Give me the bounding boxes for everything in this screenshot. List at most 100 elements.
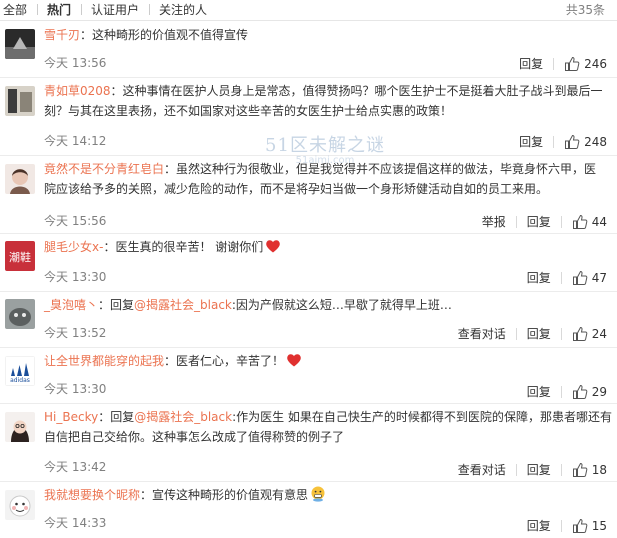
like-count: 248: [584, 134, 607, 149]
tab-divider: [149, 4, 150, 15]
comment-text: 青如草0208：这种事情在医护人员身上是常态，值得赞扬吗？哪个医生护士不是挺着大…: [44, 81, 609, 121]
action-divider: [515, 215, 517, 228]
reply-button[interactable]: 回复: [527, 517, 551, 535]
comment-content: ：医生真的很辛苦！ 谢谢你们: [103, 240, 264, 254]
comment-text: 雪千刃：这种畸形的价值观不值得宣传: [44, 25, 609, 45]
like-count: 246: [584, 56, 607, 71]
like-count: 24: [591, 326, 607, 341]
comment-username[interactable]: 让全世界都能穿的起我: [44, 354, 164, 368]
like-button[interactable]: 44: [572, 212, 607, 231]
like-count: 44: [591, 214, 607, 229]
avatar[interactable]: [5, 490, 35, 520]
comment-actions: 回复 47: [527, 268, 607, 286]
reply-button[interactable]: 回复: [527, 461, 551, 479]
comment-item: Hi_Becky：回复@揭露社会_black:作为医生 如果在自己快生产的时候都…: [0, 403, 617, 482]
thumb-up-icon: [572, 270, 588, 285]
grimace-emoji-icon: [311, 486, 325, 502]
tab-all[interactable]: 全部: [3, 2, 27, 18]
comment-actions: 回复 248: [519, 132, 607, 150]
action-divider: [560, 271, 562, 284]
comment-count: 共35条: [565, 3, 605, 17]
comment-text: Hi_Becky：回复@揭露社会_black:作为医生 如果在自己快生产的时候都…: [44, 407, 612, 447]
like-count: 15: [591, 518, 607, 533]
reply-button[interactable]: 回复: [527, 383, 551, 401]
thumb-up-icon: [565, 56, 580, 71]
comment-actions: 举报 回复 44: [482, 212, 607, 230]
comment-time: 今天 13:30: [44, 382, 107, 396]
like-button[interactable]: 47: [572, 268, 607, 287]
comment-username[interactable]: 腿毛少女x-: [44, 240, 103, 254]
like-button[interactable]: 15: [572, 516, 607, 535]
view-conversation-button[interactable]: 查看对话: [458, 461, 506, 479]
comment-content: ：宣传这种畸形的价值观有意思: [140, 488, 309, 502]
comment-content: ：医者仁心，辛苦了！: [164, 354, 285, 368]
avatar[interactable]: 潮鞋: [5, 241, 35, 271]
avatar[interactable]: [5, 29, 35, 59]
heart-icon: [266, 240, 281, 253]
comment-text: 我就想要换个昵称：宣传这种畸形的价值观有意思: [44, 485, 609, 505]
avatar[interactable]: adidas: [5, 356, 35, 386]
comment-actions: 查看对话 回复 24: [458, 324, 607, 342]
comment-item: 青如草0208：这种事情在医护人员身上是常态，值得赞扬吗？哪个医生护士不是挺着大…: [0, 77, 617, 156]
comment-text: _臭泡嘻丶：回复@揭露社会_black:因为产假就这么短…早歇了就得早上班…: [44, 295, 609, 315]
thumb-up-icon: [565, 134, 580, 149]
comment-time: 今天 14:12: [44, 134, 107, 148]
comment-text: 竟然不是不分青红皂白：虽然这种行为很敬业，但是我觉得并不应该提倡这样的做法，毕竟…: [44, 159, 609, 199]
avatar[interactable]: [5, 164, 35, 194]
comment-content: :因为产假就这么短…早歇了就得早上班…: [231, 298, 452, 312]
comment-time: 今天 13:42: [44, 460, 107, 474]
comment-content: 院应该给予多的关照，减少危险的动作，而不是将孕妇当做一个身形矫健活动自如的员工来…: [44, 182, 549, 196]
action-divider: [515, 327, 517, 340]
tab-verified[interactable]: 认证用户: [91, 2, 139, 18]
comment-time: 今天 15:56: [44, 214, 107, 228]
mention-link[interactable]: @揭露社会_black: [134, 410, 232, 424]
comment-actions: 回复 15: [527, 516, 607, 534]
mention-link[interactable]: @揭露社会_black: [134, 298, 232, 312]
comment-filter-tabs: 全部 热门 认证用户 关注的人 共35条: [0, 0, 617, 21]
view-conversation-button[interactable]: 查看对话: [458, 325, 506, 343]
action-divider: [560, 327, 562, 340]
tab-following[interactable]: 关注的人: [159, 2, 207, 18]
action-divider: [553, 135, 555, 148]
reply-button[interactable]: 回复: [527, 325, 551, 343]
reply-button[interactable]: 回复: [527, 213, 551, 231]
like-button[interactable]: 18: [572, 460, 607, 479]
action-divider: [553, 57, 555, 70]
like-button[interactable]: 29: [572, 382, 607, 401]
svg-text:潮鞋: 潮鞋: [9, 250, 31, 264]
like-count: 47: [591, 270, 607, 285]
comment-time: 今天 13:52: [44, 326, 107, 340]
comment-item: adidas 让全世界都能穿的起我：医者仁心，辛苦了！ 今天 13:30 回复 2…: [0, 347, 617, 404]
comment-item: 竟然不是不分青红皂白：虽然这种行为很敬业，但是我觉得并不应该提倡这样的做法，毕竟…: [0, 155, 617, 234]
like-button[interactable]: 24: [572, 324, 607, 343]
comment-username[interactable]: 青如草0208: [44, 84, 111, 98]
reply-button[interactable]: 回复: [527, 269, 551, 287]
like-button[interactable]: 246: [564, 54, 607, 73]
action-divider: [560, 385, 562, 398]
comment-username[interactable]: 我就想要换个昵称: [44, 488, 140, 502]
comment-time: 今天 14:33: [44, 516, 107, 530]
action-divider: [560, 215, 562, 228]
tab-divider: [81, 4, 82, 15]
comment-username[interactable]: 雪千刃: [44, 28, 80, 42]
like-button[interactable]: 248: [564, 132, 607, 151]
thumb-up-icon: [572, 214, 588, 229]
comment-content: :作为医生 如果在自己快生产的时候都得不到医院的保障，那患者哪还有: [232, 410, 612, 424]
avatar[interactable]: [5, 299, 35, 329]
avatar[interactable]: [5, 86, 35, 116]
like-count: 18: [591, 462, 607, 477]
comment-username[interactable]: 竟然不是不分青红皂白: [44, 162, 164, 176]
thumb-up-icon: [572, 326, 588, 341]
action-divider: [560, 463, 562, 476]
tab-hot[interactable]: 热门: [47, 2, 71, 18]
reply-button[interactable]: 回复: [519, 55, 543, 73]
comment-content: 自信把自己交给你。这种事怎么改成了值得称赞的例子了: [44, 430, 345, 444]
comment-username[interactable]: Hi_Becky: [44, 410, 98, 424]
reply-button[interactable]: 回复: [519, 133, 543, 151]
thumb-up-icon: [572, 384, 588, 399]
comment-username[interactable]: _臭泡嘻丶: [44, 298, 98, 312]
heart-icon: [287, 354, 301, 367]
report-button[interactable]: 举报: [482, 213, 506, 231]
comment-actions: 回复 29: [527, 382, 607, 400]
avatar[interactable]: [5, 412, 35, 442]
